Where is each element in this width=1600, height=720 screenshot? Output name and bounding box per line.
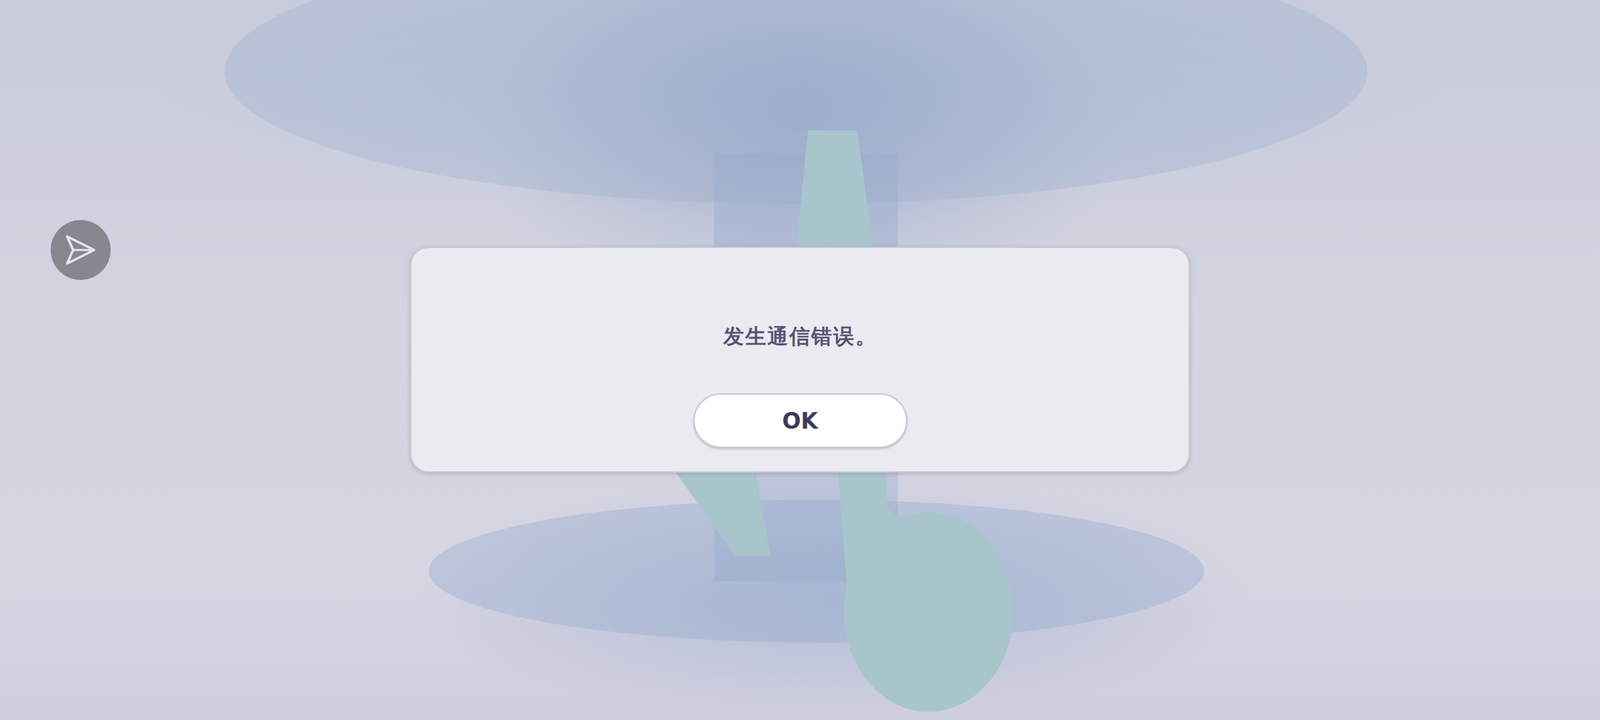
stage: 发生通信错误。 OK — [0, 0, 1600, 720]
error-message: 发生通信错误。 — [723, 322, 878, 351]
ok-button[interactable]: OK — [693, 393, 908, 448]
skip-button[interactable] — [50, 220, 111, 280]
send-icon — [62, 232, 99, 268]
error-dialog: 发生通信错误。 OK — [410, 246, 1190, 473]
